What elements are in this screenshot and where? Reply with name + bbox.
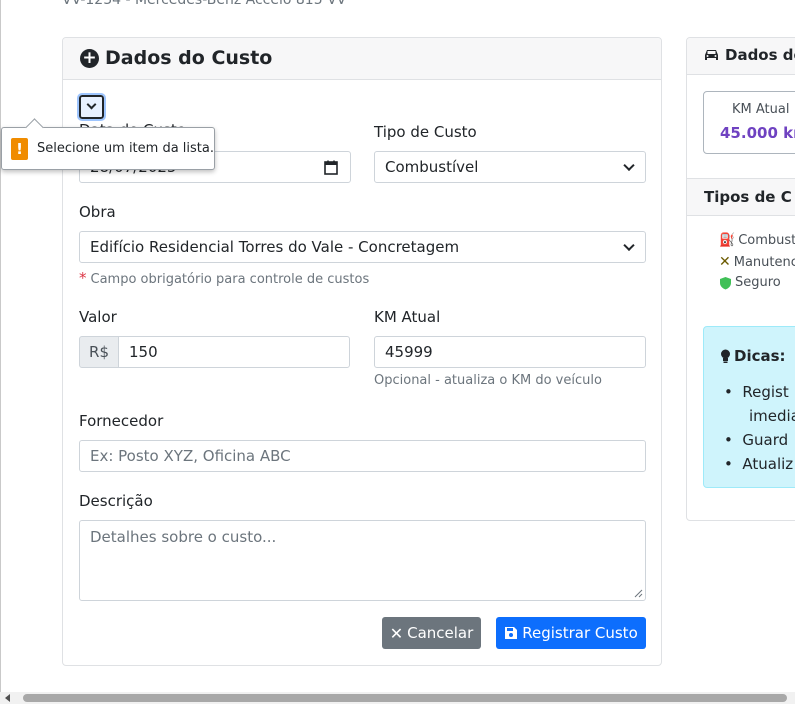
fornecedor-placeholder: Ex: Posto XYZ, Oficina ABC — [90, 447, 291, 465]
tipos-section: Tipos de C ⛽ Combust ✕ Manutenc Seguro — [687, 178, 795, 303]
dica-item-text: Atualiz — [742, 455, 794, 473]
warning-icon: ! — [11, 137, 28, 160]
tipo-value: Combustível — [385, 158, 479, 176]
fornecedor-label: Fornecedor — [79, 412, 164, 430]
cancel-button[interactable]: ✕ Cancelar — [382, 617, 481, 649]
dicas-title: Dicas: — [720, 347, 786, 365]
obra-help: * Campo obrigatório para controle de cust… — [79, 269, 369, 287]
validation-tooltip-text: Selecione um item da lista. — [36, 141, 214, 156]
tipos-header: Tipos de C — [687, 179, 795, 216]
obra-select[interactable]: Edifício Residencial Torres do Vale - Co… — [79, 231, 646, 263]
tipo-item-label: Combust — [738, 233, 795, 248]
valor-input[interactable]: 150 — [118, 336, 350, 368]
currency-prefix: R$ — [79, 336, 119, 368]
chevron-down-icon — [623, 239, 635, 252]
fornecedor-input[interactable]: Ex: Posto XYZ, Oficina ABC — [79, 440, 646, 472]
dropdown-toggle-button[interactable] — [77, 93, 106, 121]
tipos-title: Tipos de C — [704, 188, 792, 206]
obra-label: Obra — [79, 203, 116, 221]
cost-form-header: + Dados do Custo — [63, 38, 661, 80]
dica-item: • Atualiz — [724, 455, 794, 473]
scroll-left-arrow-icon[interactable] — [4, 694, 12, 702]
resize-grip-icon[interactable] — [634, 589, 643, 598]
obra-help-text: Campo obrigatório para controle de custo… — [90, 272, 370, 287]
tipo-item-combustivel: ⛽ Combust — [719, 233, 795, 248]
dica-item-continued: imedia — [724, 404, 795, 428]
km-input[interactable]: 45999 — [374, 336, 646, 368]
plus-circle-icon: + — [80, 48, 99, 68]
valor-label: Valor — [79, 308, 117, 326]
dicas-box: Dicas: • Regist imedia • Guard • Atualiz — [703, 326, 795, 488]
valor-value: 150 — [129, 343, 158, 361]
submit-button-label: Registrar Custo — [522, 624, 638, 642]
descricao-placeholder: Detalhes sobre o custo... — [90, 528, 277, 546]
cost-form-title: + Dados do Custo — [80, 47, 272, 69]
submit-button[interactable]: Registrar Custo — [496, 617, 646, 649]
horizontal-scrollbar[interactable] — [0, 692, 795, 704]
dica-item: • Guard — [724, 431, 789, 449]
tipo-item-label: Manutenc — [733, 254, 795, 270]
fuel-pump-icon: ⛽ — [719, 233, 736, 248]
tipo-select[interactable]: Combustível — [374, 151, 646, 183]
vehicle-info-header: Dados do — [687, 38, 795, 75]
vehicle-info-title: Dados do — [703, 46, 795, 64]
dica-item-text: Regist — [742, 383, 789, 401]
tipo-item-manutencao: ✕ Manutenc — [719, 254, 795, 270]
obra-value: Edifício Residencial Torres do Vale - Co… — [90, 238, 460, 256]
tipo-item-label: Seguro — [735, 275, 781, 290]
chevron-down-icon — [623, 159, 635, 172]
km-stat-label: KM Atual — [732, 102, 790, 117]
chevron-down-icon — [86, 99, 97, 110]
dica-item: • Regist — [724, 383, 789, 401]
tipo-item-seguro: Seguro — [719, 275, 781, 290]
x-icon: ✕ — [389, 623, 404, 643]
tipo-label: Tipo de Custo — [374, 123, 477, 141]
descricao-textarea[interactable]: Detalhes sobre o custo... — [79, 520, 646, 601]
cancel-button-label: Cancelar — [407, 624, 474, 642]
tools-icon: ✕ — [719, 254, 731, 270]
vehicle-info-card: Dados do KM Atual 45.000 km Tipos de C ⛽… — [686, 37, 795, 521]
km-help: Opcional - atualiza o KM do veículo — [374, 373, 602, 388]
cost-form-title-text: Dados do Custo — [105, 47, 273, 69]
km-value: 45999 — [385, 343, 433, 361]
lightbulb-icon — [721, 349, 730, 363]
dicas-list: • Regist imedia • Guard • Atualiz — [724, 380, 795, 476]
calendar-icon[interactable] — [324, 160, 338, 175]
shield-icon — [720, 276, 731, 289]
viewport-edge — [0, 0, 1, 704]
descricao-label: Descrição — [79, 492, 153, 510]
km-stat-box: KM Atual 45.000 km — [703, 91, 795, 154]
required-asterisk-icon: * — [79, 269, 87, 287]
dicas-title-text: Dicas: — [734, 347, 786, 365]
scrollbar-thumb[interactable] — [23, 694, 787, 702]
car-icon — [705, 50, 718, 60]
vehicle-info-title-text: Dados do — [725, 46, 795, 64]
km-label: KM Atual — [374, 308, 441, 326]
validation-tooltip: ! Selecione um item da lista. — [1, 127, 215, 170]
dica-item-text: Guard — [742, 431, 789, 449]
save-icon — [505, 627, 518, 639]
km-stat-value: 45.000 km — [720, 124, 795, 142]
dica-item-text: imedia — [749, 407, 795, 425]
vehicle-subtitle: VV-1234 - Mercedes-Benz Accelo 815 VV — [62, 0, 347, 8]
